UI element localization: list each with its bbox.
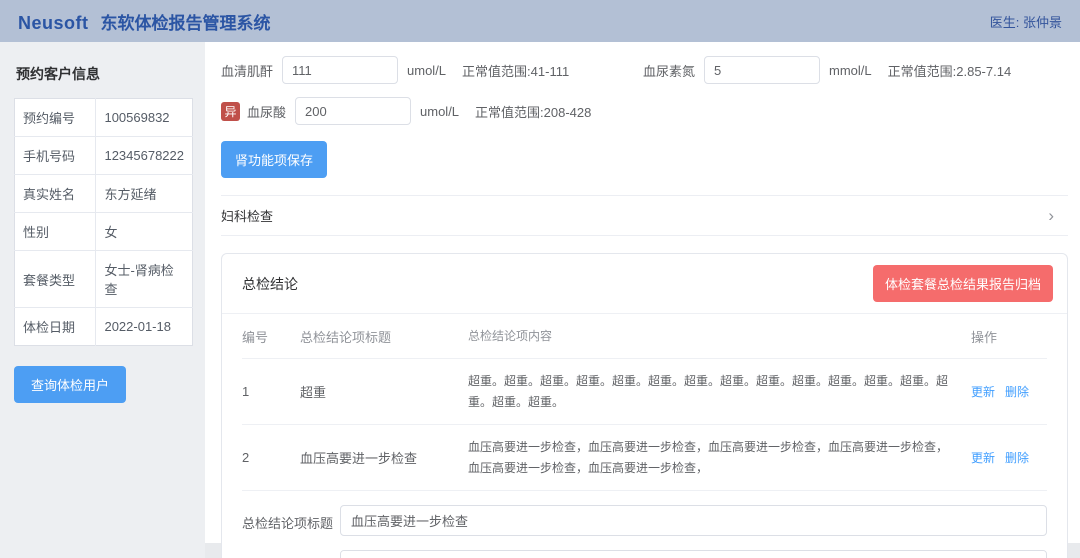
info-row-exam-date: 体检日期 2022-01-18 [15,308,193,346]
kidney-function-save-button[interactable]: 肾功能项保存 [221,141,327,178]
header-no: 编号 [242,327,300,346]
info-row-real-name: 真实姓名 东方延绪 [15,175,193,213]
info-value: 2022-01-18 [96,308,193,346]
info-value: 100569832 [96,99,193,137]
sidebar-title: 预约客户信息 [16,64,193,84]
info-label: 体检日期 [15,308,96,346]
row-no: 1 [242,384,300,399]
app-header: Neusoft 东软体检报告管理系统 医生: 张仲景 [0,0,1080,42]
table-row: 2 血压高要进一步检查 血压高要进一步检查，血压高要进一步检查，血压高要进一步检… [242,425,1047,491]
field-unit: umol/L [407,63,446,78]
info-value: 12345678222 [96,137,193,175]
update-link[interactable]: 更新 [971,449,995,466]
query-exam-user-button[interactable]: 查询体检用户 [14,366,126,403]
info-row-package-type: 套餐类型 女士-肾病检查 [15,251,193,308]
kidney-form-row-2: 异 血尿酸 umol/L 正常值范围:208-428 [221,97,1068,125]
normal-range-label: 正常值范围:208-428 [475,102,591,121]
serum-creatinine-input[interactable] [282,56,398,84]
info-value: 女 [96,213,193,251]
gynecology-exam-collapse[interactable]: 妇科检查 › [221,195,1068,236]
field-unit: umol/L [420,104,459,119]
conclusion-title: 总检结论 [242,274,298,294]
conclusion-table-header: 编号 总检结论项标题 总检结论项内容 操作 [242,314,1047,359]
info-row-appointment-no: 预约编号 100569832 [15,99,193,137]
serum-creatinine-field: 血清肌酐 umol/L 正常值范围:41-111 [221,56,643,84]
header-actions: 操作 [971,327,1047,346]
blood-urea-nitrogen-field: 血尿素氮 mmol/L 正常值范围:2.85-7.14 [643,56,1011,84]
field-label: 血尿酸 [247,102,286,121]
archive-report-button[interactable]: 体检套餐总检结果报告归档 [873,265,1053,302]
conclusion-table: 编号 总检结论项标题 总检结论项内容 操作 1 超重 超重。超重。超重。超重。超… [242,314,1047,491]
info-label: 预约编号 [15,99,96,137]
doctor-name: 医生: 张仲景 [990,12,1062,31]
info-value: 女士-肾病检查 [96,251,193,308]
info-label: 套餐类型 [15,251,96,308]
conclusion-content-form-row: 总检结论项内容 血压高要进一步检查，血压高要进一步检查，血压高要进一步检查，血压… [242,550,1047,558]
row-title: 血压高要进一步检查 [300,448,468,467]
header-item-content: 总检结论项内容 [468,326,971,346]
field-label: 血尿素氮 [643,61,695,80]
app-title: 东软体检报告管理系统 [101,9,271,34]
normal-range-label: 正常值范围:41-111 [462,61,569,80]
conclusion-card-header: 总检结论 体检套餐总检结果报告归档 [222,254,1067,314]
info-row-phone: 手机号码 12345678222 [15,137,193,175]
row-no: 2 [242,450,300,465]
info-label: 手机号码 [15,137,96,175]
blood-urea-nitrogen-input[interactable] [704,56,820,84]
kidney-form-row-1: 血清肌酐 umol/L 正常值范围:41-111 血尿素氮 mmol/L 正常值… [221,56,1068,84]
header-item-title: 总检结论项标题 [300,327,468,346]
appointment-info-sidebar: 预约客户信息 预约编号 100569832 手机号码 12345678222 真… [0,42,205,558]
delete-link[interactable]: 删除 [1005,449,1029,466]
field-unit: mmol/L [829,63,872,78]
conclusion-item-title-input[interactable] [340,505,1047,536]
blood-uric-acid-field: 异 血尿酸 umol/L 正常值范围:208-428 [221,97,591,125]
gynecology-exam-title: 妇科检查 [221,206,273,225]
update-link[interactable]: 更新 [971,383,995,400]
brand-title: Neusoft 东软体检报告管理系统 [18,9,271,34]
field-label: 血清肌酐 [221,61,273,80]
delete-link[interactable]: 删除 [1005,383,1029,400]
info-label: 性别 [15,213,96,251]
abnormal-badge-icon: 异 [221,102,240,121]
blood-uric-acid-input[interactable] [295,97,411,125]
info-value: 东方延绪 [96,175,193,213]
chevron-right-icon: › [1048,207,1054,224]
conclusion-title-form-row: 总检结论项标题 [242,505,1047,536]
conclusion-item-content-textarea[interactable]: 血压高要进一步检查，血压高要进一步检查，血压高要进一步检查，血压高要进一步检查，… [340,550,1047,558]
appointment-info-table: 预约编号 100569832 手机号码 12345678222 真实姓名 东方延… [14,98,193,346]
row-content: 超重。超重。超重。超重。超重。超重。超重。超重。超重。超重。超重。超重。超重。超… [468,371,971,412]
overall-conclusion-card: 总检结论 体检套餐总检结果报告归档 编号 总检结论项标题 总检结论项内容 操作 … [221,253,1068,558]
row-title: 超重 [300,382,468,401]
brand-logo: Neusoft [18,13,89,34]
info-label: 真实姓名 [15,175,96,213]
conclusion-item-title-label: 总检结论项标题 [242,505,340,532]
normal-range-label: 正常值范围:2.85-7.14 [888,61,1012,80]
table-row: 1 超重 超重。超重。超重。超重。超重。超重。超重。超重。超重。超重。超重。超重… [242,359,1047,425]
conclusion-item-content-label: 总检结论项内容 [242,550,340,558]
main-content: 血清肌酐 umol/L 正常值范围:41-111 血尿素氮 mmol/L 正常值… [205,42,1080,558]
row-content: 血压高要进一步检查，血压高要进一步检查，血压高要进一步检查，血压高要进一步检查，… [468,437,971,478]
info-row-gender: 性别 女 [15,213,193,251]
